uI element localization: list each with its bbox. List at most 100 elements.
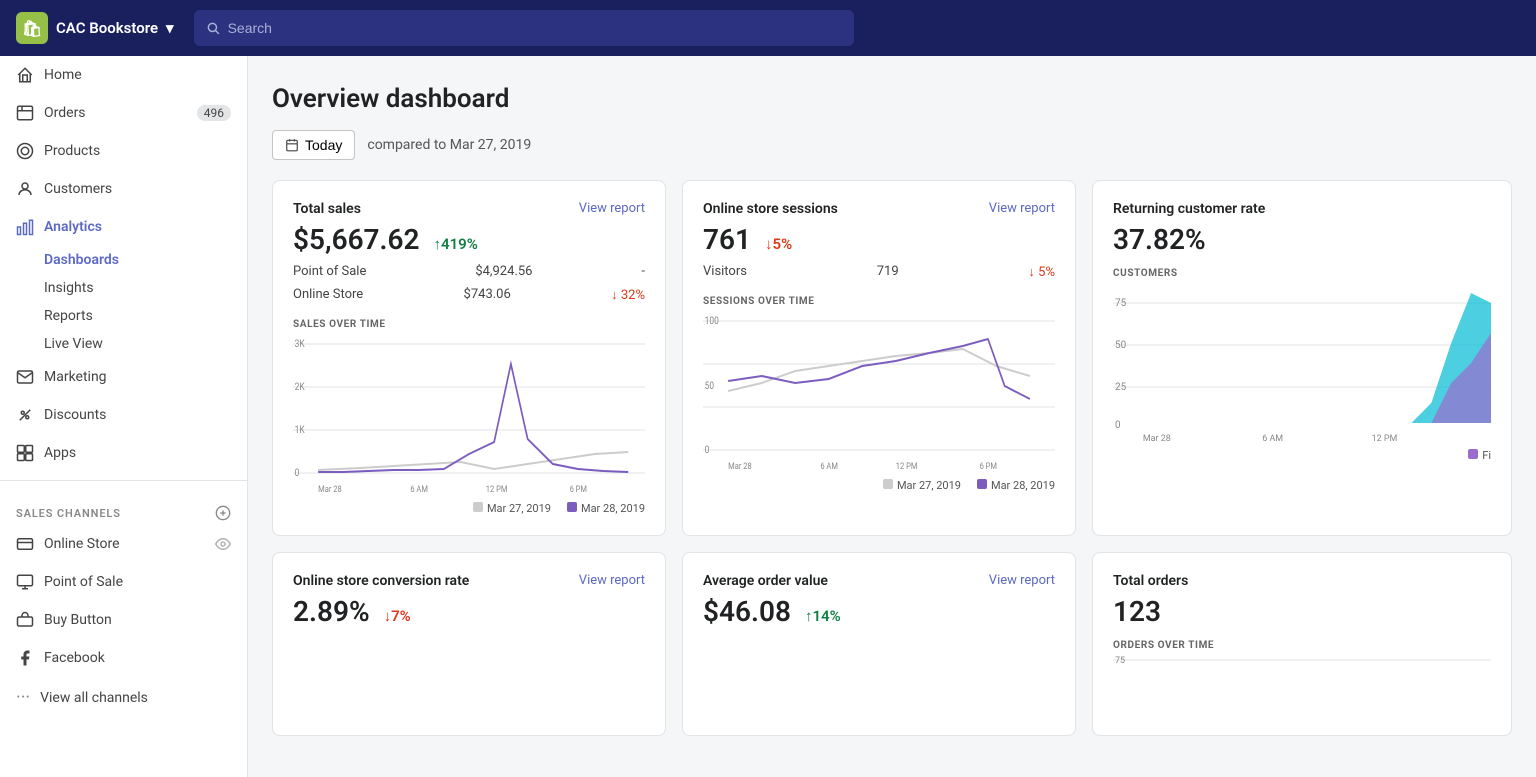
online-store-label: Online Store — [44, 536, 120, 552]
sidebar-item-facebook[interactable]: Facebook — [0, 639, 247, 677]
svg-text:2K: 2K — [295, 381, 305, 393]
sessions-chart-label: SESSIONS OVER TIME — [703, 296, 1055, 307]
compared-text: compared to Mar 27, 2019 — [367, 137, 531, 153]
sessions-legend2: Mar 28, 2019 — [991, 479, 1055, 492]
svg-text:0: 0 — [705, 444, 710, 456]
sidebar-item-apps[interactable]: Apps — [0, 434, 247, 472]
pos-value: $4,924.56 — [475, 264, 532, 279]
online-store-icon — [16, 535, 34, 553]
bottom-row: Online store conversion rate View report… — [272, 552, 1512, 736]
svg-text:6 AM: 6 AM — [820, 461, 838, 471]
products-icon — [16, 142, 34, 160]
facebook-label: Facebook — [44, 650, 105, 666]
sidebar-item-analytics[interactable]: Analytics — [0, 208, 247, 246]
returning-legend-dot — [1468, 449, 1478, 459]
store-logo[interactable]: 🛍 CAC Bookstore ▾ — [16, 12, 174, 44]
svg-text:75: 75 — [1115, 298, 1127, 309]
sidebar-item-discounts[interactable]: Discounts — [0, 396, 247, 434]
legend-dot-mar28 — [567, 502, 577, 512]
svg-text:100: 100 — [705, 315, 719, 327]
home-label: Home — [44, 67, 82, 83]
sidebar-item-orders[interactable]: Orders 496 — [0, 94, 247, 132]
calendar-icon — [285, 138, 299, 152]
legend-mar27: Mar 27, 2019 — [487, 502, 551, 515]
sidebar-sub-insights[interactable]: Insights — [44, 274, 247, 302]
analytics-icon — [16, 218, 34, 236]
returning-rate-card: Returning customer rate 37.82% CUSTOMERS… — [1092, 180, 1512, 536]
sales-chart-label: SALES OVER TIME — [293, 319, 645, 330]
avg-order-change: ↑14% — [805, 607, 841, 625]
svg-text:50: 50 — [705, 380, 714, 392]
total-sales-card: Total sales View report $5,667.62 ↑419% … — [272, 180, 666, 536]
conversion-header: Online store conversion rate View report — [293, 573, 645, 589]
customers-icon — [16, 180, 34, 198]
svg-text:6 AM: 6 AM — [1262, 434, 1283, 443]
svg-text:Mar 28: Mar 28 — [318, 484, 342, 494]
conversion-view-report[interactable]: View report — [579, 573, 645, 588]
store-chevron: ▾ — [166, 19, 174, 37]
sidebar-sub-dashboards[interactable]: Dashboards — [44, 246, 247, 274]
os-label: Online Store — [293, 287, 363, 303]
svg-text:12 PM: 12 PM — [1372, 434, 1398, 443]
discounts-icon — [16, 406, 34, 424]
svg-text:6 PM: 6 PM — [570, 484, 587, 494]
sales-chart-legend: Mar 27, 2019 Mar 28, 2019 — [293, 502, 645, 515]
returning-rate-title: Returning customer rate — [1113, 201, 1265, 217]
page-title: Overview dashboard — [272, 84, 1512, 114]
sidebar-item-buy-button[interactable]: Buy Button — [0, 601, 247, 639]
pos-icon — [16, 573, 34, 591]
sessions-value: 761 — [703, 223, 751, 256]
pos-row: Point of Sale $4,924.56 - — [293, 260, 645, 283]
point-of-sale-label: Point of Sale — [44, 574, 123, 590]
sidebar-item-home[interactable]: Home — [0, 56, 247, 94]
main-content: Overview dashboard Today compared to Mar… — [248, 56, 1536, 777]
avg-order-value: $46.08 — [703, 595, 791, 628]
os-change: ↓ 32% — [611, 287, 645, 303]
total-sales-value: $5,667.62 — [293, 223, 420, 256]
apps-icon — [16, 444, 34, 462]
view-all-label: View all channels — [40, 690, 148, 706]
search-input[interactable] — [228, 20, 842, 36]
products-label: Products — [44, 143, 100, 159]
sidebar-item-products[interactable]: Products — [0, 132, 247, 170]
analytics-submenu: Dashboards Insights Reports Live View — [0, 246, 247, 358]
search-bar[interactable] — [194, 10, 854, 46]
conversion-change: ↓7% — [384, 607, 411, 625]
date-label: Today — [305, 137, 342, 153]
home-icon — [16, 66, 34, 84]
sidebar-item-point-of-sale[interactable]: Point of Sale — [0, 563, 247, 601]
avg-order-view-report[interactable]: View report — [989, 573, 1055, 588]
app-body: Home Orders 496 Products Customers Analy… — [0, 56, 1536, 777]
total-sales-title: Total sales — [293, 201, 361, 217]
sidebar-item-marketing[interactable]: Marketing — [0, 358, 247, 396]
dashboard-grid: Total sales View report $5,667.62 ↑419% … — [272, 180, 1512, 536]
customers-chart-label: CUSTOMERS — [1113, 268, 1491, 279]
sessions-change: ↓5% — [765, 235, 792, 253]
sidebar-item-view-all-channels[interactable]: ··· View all channels — [0, 677, 247, 718]
avg-order-card: Average order value View report $46.08 ↑… — [682, 552, 1076, 736]
add-channel-icon[interactable] — [215, 505, 231, 521]
store-name: CAC Bookstore — [56, 19, 158, 37]
conversion-title: Online store conversion rate — [293, 573, 469, 589]
orders-badge: 496 — [197, 105, 231, 121]
total-orders-title: Total orders — [1113, 573, 1188, 589]
sessions-view-report[interactable]: View report — [989, 201, 1055, 216]
sidebar-item-customers[interactable]: Customers — [0, 170, 247, 208]
legend-mar28: Mar 28, 2019 — [581, 502, 645, 515]
sidebar-item-online-store[interactable]: Online Store — [0, 525, 247, 563]
eye-icon — [215, 536, 231, 552]
svg-text:50: 50 — [1115, 340, 1127, 351]
legend-dot-mar27 — [473, 502, 483, 512]
svg-text:Mar 28: Mar 28 — [728, 461, 752, 471]
date-button[interactable]: Today — [272, 130, 355, 160]
sales-channels-title: SALES CHANNELS — [16, 507, 121, 520]
customers-label: Customers — [44, 181, 112, 197]
conversion-value: 2.89% — [293, 595, 370, 628]
sidebar-sub-reports[interactable]: Reports — [44, 302, 247, 330]
total-sales-view-report[interactable]: View report — [579, 201, 645, 216]
orders-label: Orders — [44, 105, 86, 121]
facebook-icon — [16, 649, 34, 667]
online-store-row: Online Store $743.06 ↓ 32% — [293, 283, 645, 307]
sidebar-sub-live-view[interactable]: Live View — [44, 330, 247, 358]
sessions-legend-dot1 — [883, 479, 893, 489]
